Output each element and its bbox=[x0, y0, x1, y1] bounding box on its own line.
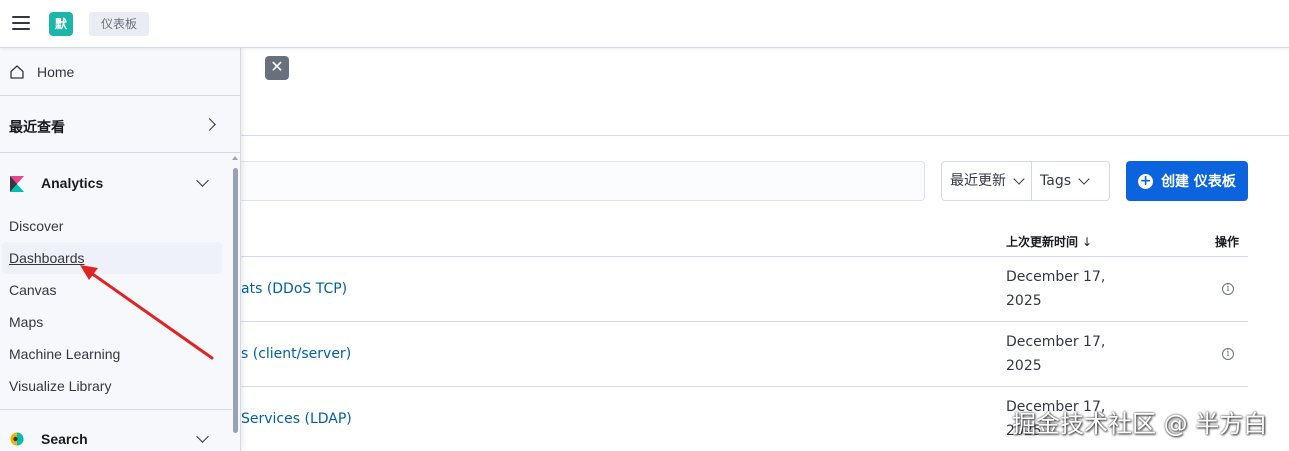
table-row-divider bbox=[241, 256, 1248, 257]
nav-scrollbar[interactable] bbox=[232, 156, 238, 451]
table-row-title[interactable]: s (client/server) bbox=[241, 346, 351, 362]
nav-home-label: Home bbox=[37, 64, 75, 80]
column-header-actions: 操作 bbox=[1215, 235, 1240, 249]
table-row-date: December 17, 2025 bbox=[1006, 265, 1116, 313]
nav-recently-viewed[interactable]: 最近查看 bbox=[0, 97, 240, 153]
nav-divider bbox=[0, 409, 232, 410]
nav-link-discover[interactable]: Discover bbox=[9, 218, 63, 234]
breadcrumb[interactable]: 仪表板 bbox=[89, 12, 150, 36]
scroll-thumb[interactable] bbox=[233, 168, 238, 433]
date-line: 2025 bbox=[1006, 293, 1042, 309]
plus-icon: + bbox=[1138, 172, 1154, 189]
space-avatar[interactable]: 默 bbox=[49, 12, 73, 36]
filter-group: 最近更新 Tags bbox=[941, 161, 1110, 201]
home-icon bbox=[10, 65, 24, 79]
kibana-icon bbox=[10, 176, 24, 192]
recently-viewed-label: 最近查看 bbox=[9, 120, 65, 136]
table-row-title[interactable]: Services (LDAP) bbox=[241, 411, 352, 427]
watermark: 掘金技术社区 @ 半方白 bbox=[1012, 410, 1268, 438]
table-row-divider bbox=[241, 321, 1248, 322]
nav-group-search[interactable]: Search bbox=[41, 431, 88, 447]
close-icon[interactable]: ✕ bbox=[265, 56, 289, 80]
nav-link-visualize-library[interactable]: Visualize Library bbox=[9, 378, 111, 394]
sort-label: 最近更新 bbox=[950, 173, 1006, 189]
search-input[interactable] bbox=[241, 161, 925, 201]
analytics-label: Analytics bbox=[41, 175, 104, 191]
date-line: 2025 bbox=[1006, 358, 1042, 374]
create-dashboard-button[interactable]: + 创建 仪表板 bbox=[1126, 161, 1248, 201]
table-row-divider bbox=[241, 386, 1248, 387]
tags-label: Tags bbox=[1040, 173, 1071, 189]
tags-dropdown[interactable]: Tags bbox=[1031, 162, 1096, 200]
column-updated-label: 上次更新时间 bbox=[1006, 235, 1079, 249]
elastic-search-icon bbox=[10, 432, 24, 446]
chevron-down-icon bbox=[196, 174, 209, 187]
sort-arrow-icon: ↓ bbox=[1082, 235, 1093, 249]
nav-group-analytics[interactable]: Analytics bbox=[0, 154, 232, 210]
info-icon[interactable]: i bbox=[1222, 348, 1234, 360]
chevron-right-icon bbox=[203, 118, 216, 131]
table-row-date: December 17, 2025 bbox=[1006, 330, 1116, 378]
date-line: December 17, bbox=[1006, 269, 1106, 285]
menu-toggle-icon[interactable] bbox=[12, 16, 30, 30]
chevron-down-icon bbox=[1013, 173, 1025, 185]
info-icon[interactable]: i bbox=[1222, 283, 1234, 295]
annotation-arrow-icon bbox=[80, 265, 214, 360]
nav-link-canvas[interactable]: Canvas bbox=[9, 282, 56, 298]
scroll-up-icon[interactable] bbox=[232, 156, 238, 160]
create-dashboard-label: 创建 仪表板 bbox=[1161, 174, 1236, 190]
chevron-down-icon bbox=[196, 430, 209, 443]
top-header: 默 仪表板 bbox=[0, 0, 1289, 48]
side-navigation: Home 最近查看 Analytics Discover Dashboards … bbox=[0, 48, 241, 451]
nav-home[interactable]: Home bbox=[0, 48, 240, 96]
sort-dropdown[interactable]: 最近更新 bbox=[942, 162, 1031, 200]
date-line: December 17, bbox=[1006, 334, 1106, 350]
page-header-divider bbox=[241, 135, 1289, 136]
column-header-updated[interactable]: 上次更新时间 ↓ bbox=[1006, 233, 1092, 250]
table-row-title[interactable]: ats (DDoS TCP) bbox=[241, 281, 347, 297]
nav-link-maps[interactable]: Maps bbox=[9, 314, 43, 330]
chevron-down-icon bbox=[1078, 173, 1090, 185]
